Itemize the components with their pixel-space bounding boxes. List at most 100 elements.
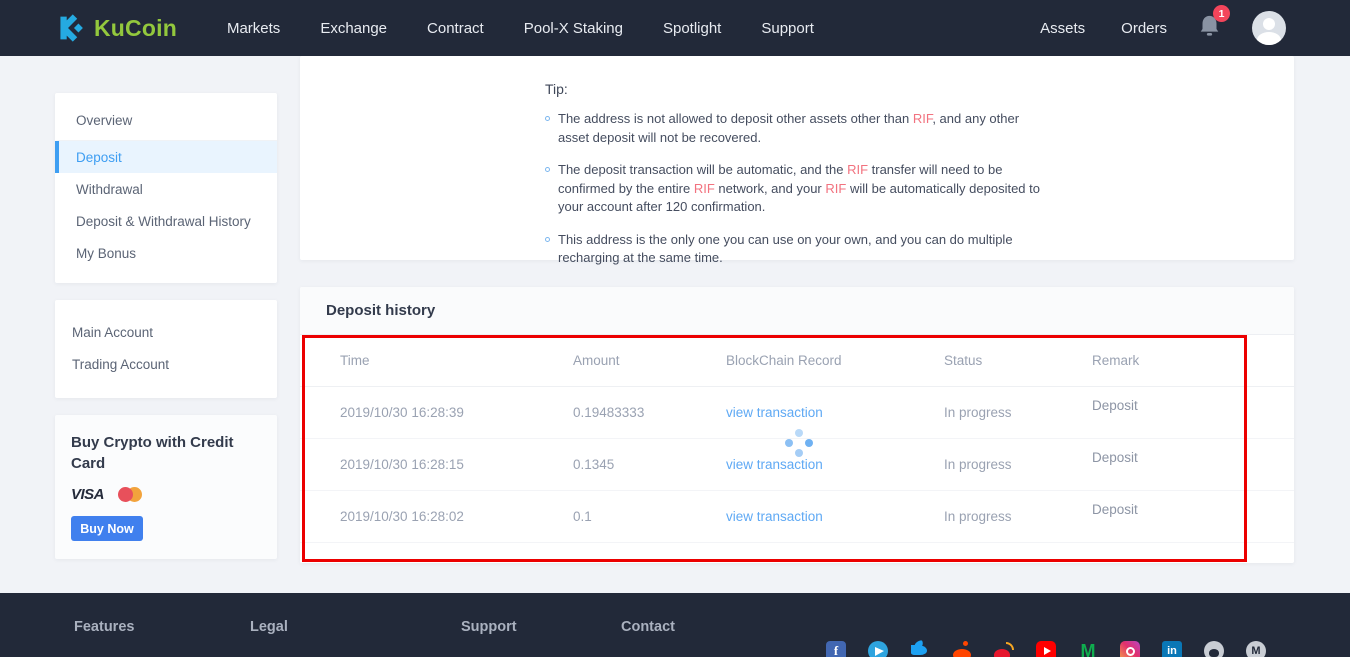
sidebar: Overview Deposit Withdrawal Deposit & Withd… [55, 93, 277, 559]
nav-items: Markets Exchange Contract Pool-X Staking Spo… [207, 20, 834, 37]
tip-bullet: The deposit transaction will be automati… [545, 161, 1050, 217]
cell-status: In progress [944, 457, 1012, 472]
weibo-icon[interactable] [994, 641, 1014, 657]
main-content: Tip: The address is not allowed to depos… [300, 56, 1294, 563]
nav-right: Assets Orders 1 [1022, 5, 1286, 45]
column-header-blockchain-record: BlockChain Record [726, 353, 842, 368]
nav-item-orders[interactable]: Orders [1103, 20, 1185, 37]
column-header-amount: Amount [573, 353, 620, 368]
deposit-history-card: Deposit history Time Amount BlockChain Rec… [300, 287, 1294, 563]
footer-heading-contact[interactable]: Contact [621, 619, 675, 635]
facebook-icon[interactable]: f [826, 641, 846, 657]
buy-crypto-card: Buy Crypto with Credit Card VISA Buy Now [55, 415, 277, 559]
footer-heading-features[interactable]: Features [74, 619, 134, 635]
linkedin-icon[interactable]: in [1162, 641, 1182, 657]
visa-icon: VISA [71, 485, 105, 503]
table-row: 2019/10/30 16:28:15 0.1345 view transactio… [300, 439, 1294, 491]
mastercard-icon [118, 486, 143, 502]
top-navbar: KuCoin Markets Exchange Contract Pool-X Sta… [0, 0, 1350, 56]
sidebar-item-trading-account[interactable]: Trading Account [55, 348, 277, 380]
rif-token: RIF [912, 111, 933, 126]
view-transaction-link[interactable]: view transaction [726, 457, 944, 472]
nav-item-pool-x-staking[interactable]: Pool-X Staking [504, 20, 643, 37]
tip-segment: network, and your [714, 180, 826, 196]
user-avatar[interactable] [1252, 11, 1286, 45]
social-icons: f Min M [826, 640, 1266, 657]
tip-text: The address is not allowed to deposit ot… [558, 110, 1050, 147]
cell-remark: Deposit [1092, 502, 1138, 517]
page: KuCoin Markets Exchange Contract Pool-X Sta… [0, 0, 1350, 657]
bullet-icon [545, 167, 550, 172]
notification-bell[interactable]: 1 [1199, 5, 1230, 42]
sidebar-item-deposit[interactable]: Deposit [55, 141, 277, 173]
notification-badge: 1 [1213, 5, 1230, 22]
tip-text: The deposit transaction will be automati… [558, 161, 1050, 217]
tip-bullets: The address is not allowed to deposit ot… [545, 110, 1254, 268]
payment-methods: VISA [71, 485, 261, 503]
reddit-icon[interactable] [952, 641, 972, 657]
github-icon[interactable] [1204, 641, 1224, 657]
rif-token: RIF [825, 180, 847, 196]
nav-item-support[interactable]: Support [741, 20, 834, 37]
nav-item-contract[interactable]: Contract [407, 20, 504, 37]
bullet-icon [545, 116, 550, 121]
nav-item-exchange[interactable]: Exchange [300, 20, 407, 37]
bullet-icon [545, 236, 550, 242]
instagram-icon[interactable] [1120, 641, 1140, 657]
tip-segment: The address is not allowed to deposit ot… [558, 111, 913, 126]
kucoin-logo[interactable]: KuCoin [55, 12, 177, 44]
sidebar-item-overview[interactable]: Overview [55, 105, 277, 141]
tip-text: This address is the only one you can use… [558, 231, 1050, 268]
cell-time: 2019/10/30 16:28:02 [340, 509, 464, 524]
cell-status: In progress [944, 405, 1012, 420]
view-transaction-link[interactable]: view transaction [726, 405, 944, 420]
nav-right-items: Assets Orders [1022, 20, 1185, 37]
cell-remark: Deposit [1092, 450, 1138, 465]
tip-segment: This address is the only one you can use… [558, 231, 1013, 266]
buy-crypto-title: Buy Crypto with Credit Card [71, 434, 234, 472]
cell-amount: 0.19483333 [573, 405, 645, 420]
kucoin-logo-icon [60, 14, 83, 42]
sidebar-item-my-bonus[interactable]: My Bonus [55, 237, 277, 269]
cell-status: In progress [944, 509, 1012, 524]
sidebar-item-withdrawal[interactable]: Withdrawal [55, 173, 277, 205]
nav-item-assets[interactable]: Assets [1022, 20, 1103, 37]
rif-token: RIF [847, 162, 869, 177]
table-row: 2019/10/30 16:28:02 0.1 view transaction In… [300, 491, 1294, 543]
cell-amount: 0.1345 [573, 457, 615, 472]
table-body: 2019/10/30 16:28:39 0.19483333 view transa… [300, 387, 1294, 543]
sidebar-accounts-card: Main Account Trading Account [55, 300, 277, 398]
medium-circle-icon[interactable]: M [1246, 641, 1266, 657]
medium-icon[interactable]: M [1078, 641, 1098, 657]
nav-item-markets[interactable]: Markets [207, 20, 300, 37]
footer: Features Legal Support Contact f Min M [0, 593, 1350, 657]
column-header-status: Status [944, 353, 983, 368]
table-header-row: Time Amount BlockChain Record Status Remark [300, 335, 1294, 387]
nav-item-spotlight[interactable]: Spotlight [643, 20, 741, 37]
youtube-icon[interactable] [1036, 641, 1056, 657]
sidebar-item-deposit-withdrawal-history[interactable]: Deposit & Withdrawal History [55, 205, 277, 237]
column-header-remark: Remark [1092, 353, 1140, 368]
twitter-icon[interactable] [910, 640, 930, 657]
cell-amount: 0.1 [573, 509, 592, 524]
deposit-history-header: Deposit history [300, 287, 1294, 335]
view-transaction-link[interactable]: view transaction [726, 509, 944, 524]
tip-segment: The deposit transaction will be automati… [558, 162, 848, 177]
rif-token: RIF [693, 180, 715, 196]
footer-heading-support[interactable]: Support [461, 619, 517, 635]
column-header-time: Time [340, 353, 370, 368]
telegram-icon[interactable] [868, 641, 888, 657]
tip-bullet: This address is the only one you can use… [545, 231, 1050, 268]
cell-time: 2019/10/30 16:28:15 [340, 457, 464, 472]
tip-title: Tip: [545, 81, 568, 97]
cell-remark: Deposit [1092, 398, 1138, 413]
sidebar-menu-card: Overview Deposit Withdrawal Deposit & Withd… [55, 93, 277, 283]
sidebar-item-main-account[interactable]: Main Account [55, 316, 277, 348]
tip-bullet: The address is not allowed to deposit ot… [545, 110, 1050, 147]
footer-heading-legal[interactable]: Legal [250, 619, 288, 635]
cell-time: 2019/10/30 16:28:39 [340, 405, 464, 420]
buy-now-button[interactable]: Buy Now [71, 516, 143, 541]
deposit-history-title: Deposit history [326, 302, 436, 319]
brand-name: KuCoin [94, 14, 177, 41]
tip-card: Tip: The address is not allowed to depos… [300, 56, 1294, 265]
